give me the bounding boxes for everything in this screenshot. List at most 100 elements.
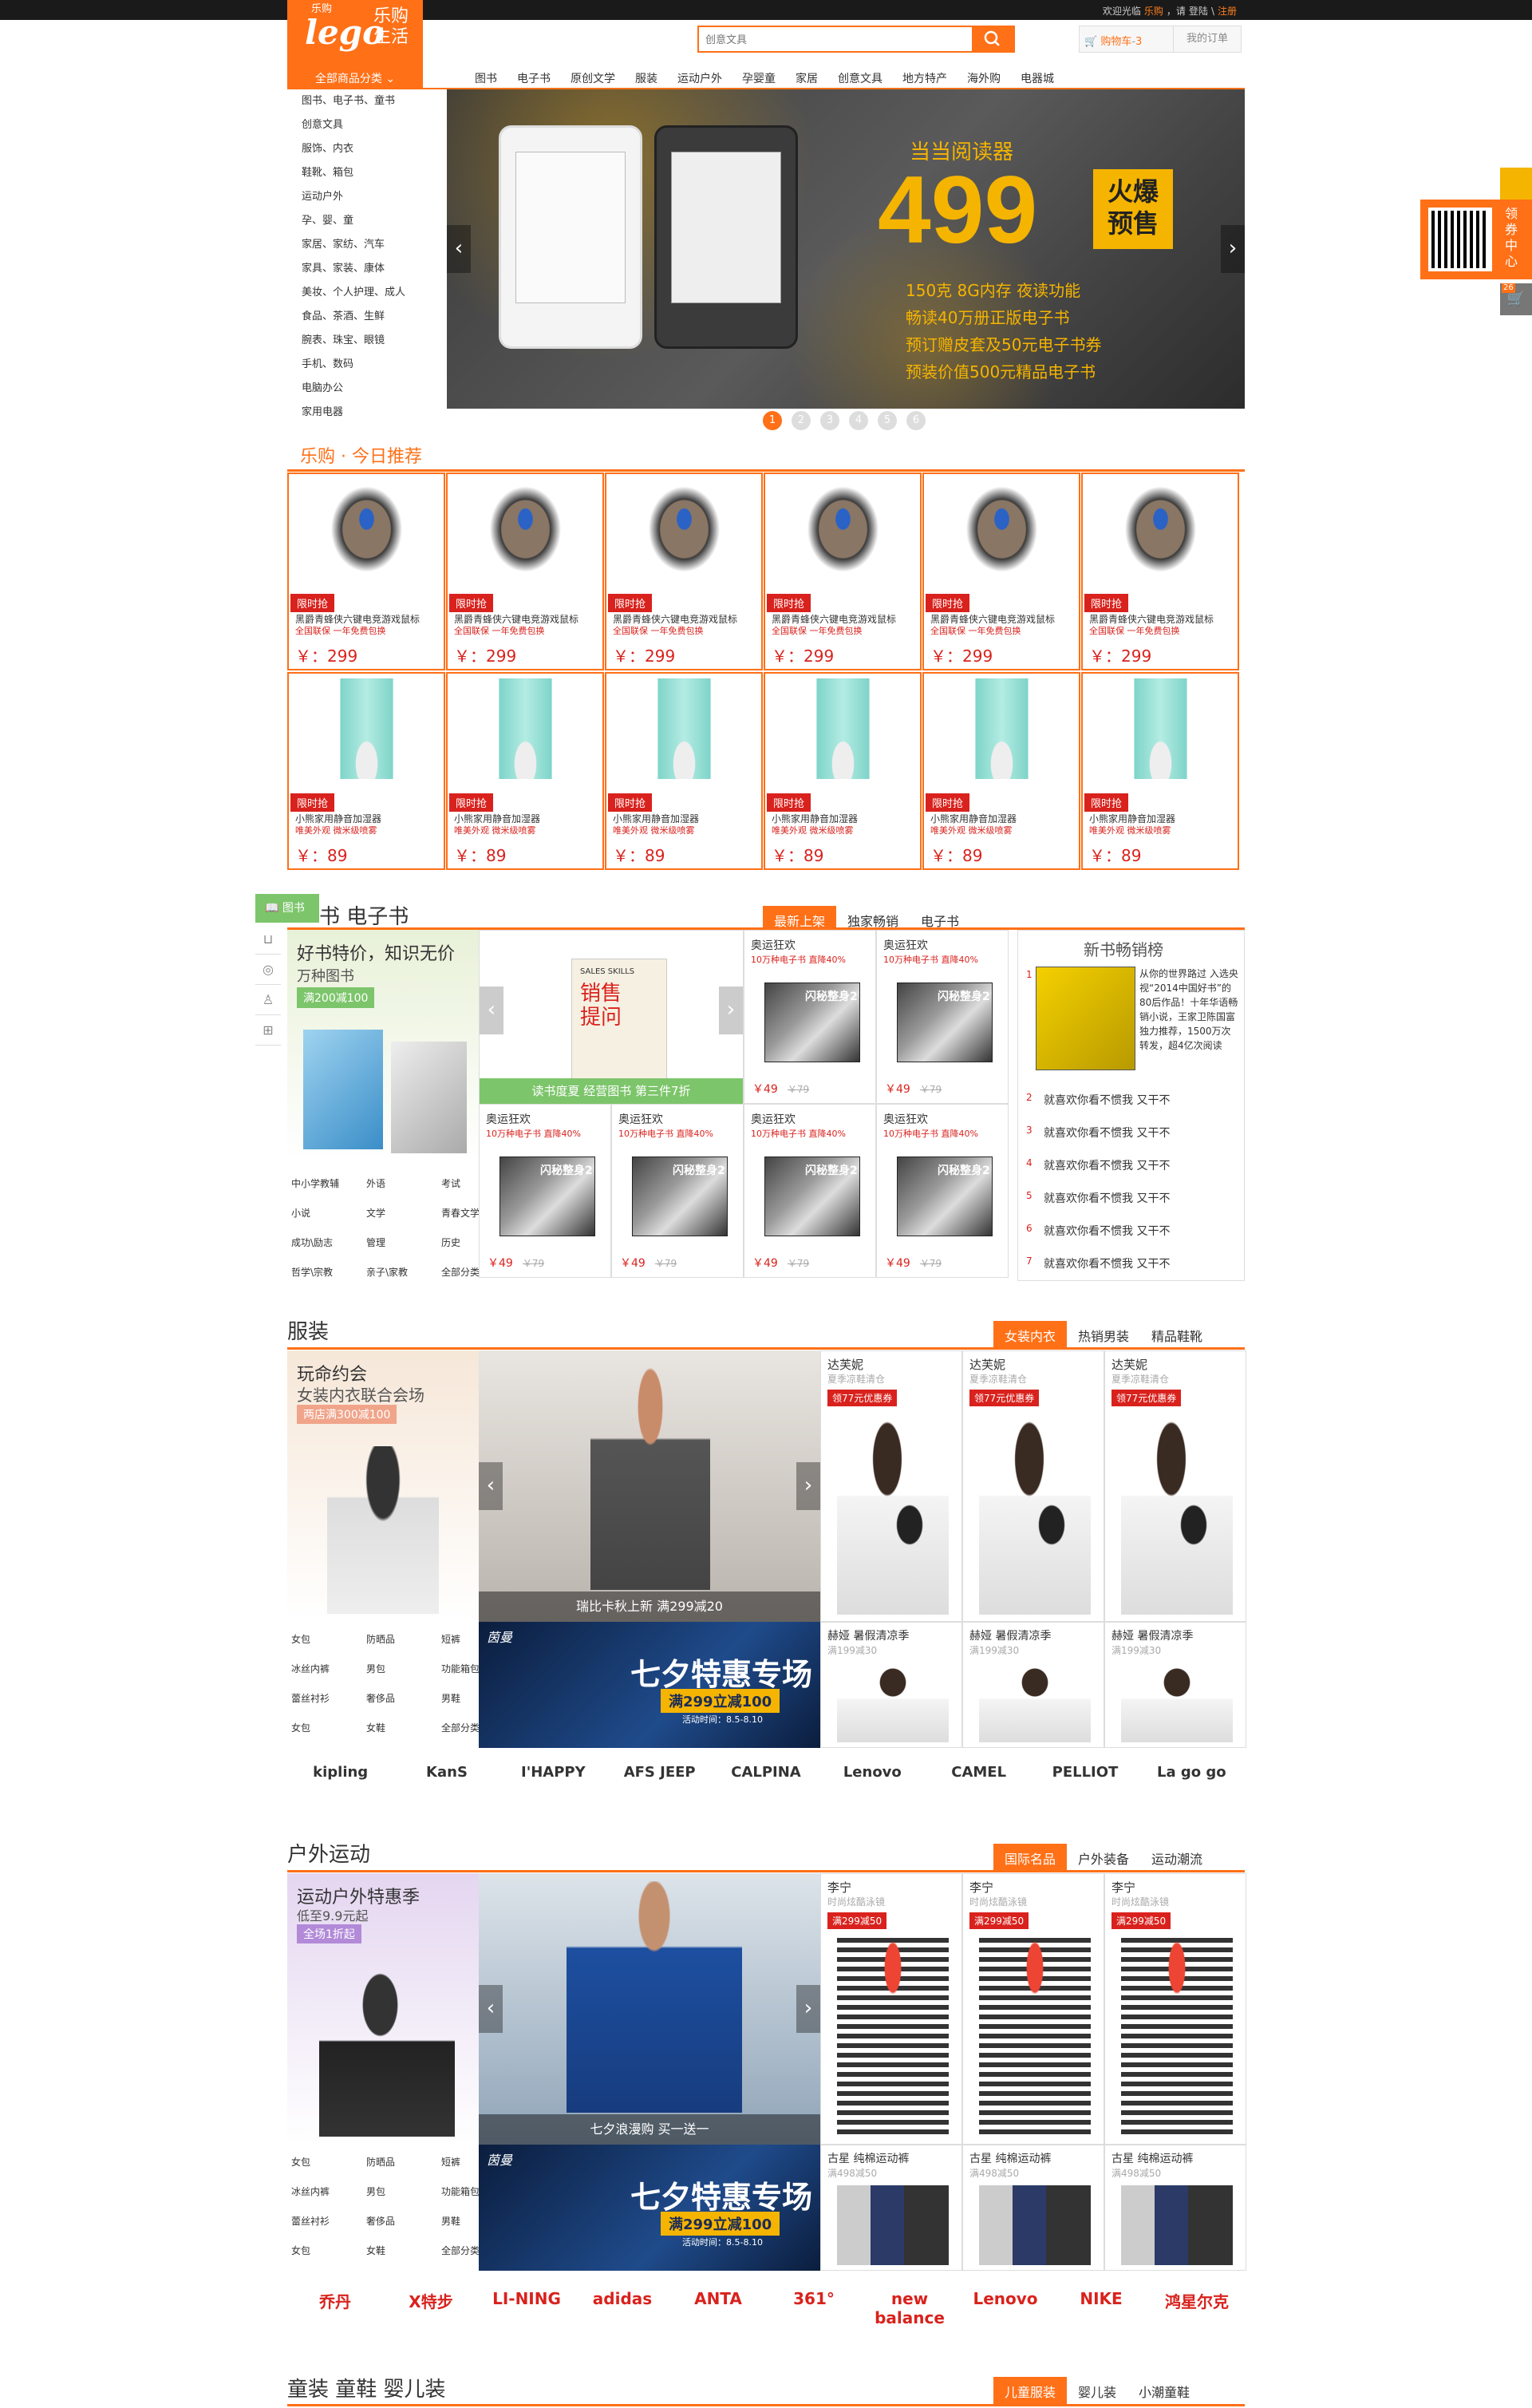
outdoor-small-card[interactable]: 古星 纯棉运动裤 满498减50	[820, 2145, 962, 2271]
subcategory-link[interactable]: 男包	[366, 1655, 441, 1684]
clothing-slider-prev[interactable]: ‹	[479, 1462, 503, 1510]
float-cart-button[interactable]: 🛒 26	[1500, 283, 1532, 315]
outdoor-sale-banner[interactable]: 茵曼 七夕特惠专场 满299立减100 活动时间：8.5-8.10	[479, 2145, 820, 2271]
rank-item[interactable]: 4 就喜欢你看不惯我 又干不	[1018, 1148, 1246, 1180]
subcategory-link[interactable]: 成功\励志	[291, 1228, 366, 1258]
brand-logo[interactable]: new balance	[862, 2289, 958, 2327]
category-item[interactable]: 电脑办公	[287, 377, 447, 401]
product-card[interactable]: 限时抢 小熊家用静音加湿器 唯美外观 微米级喷雾 ￥：89	[287, 672, 445, 870]
outdoor-slider-next[interactable]: ›	[796, 1985, 820, 2033]
tab[interactable]: 户外装备	[1067, 1844, 1140, 1872]
subcategory-link[interactable]: 奢侈品	[366, 2207, 441, 2236]
all-categories-button[interactable]: 全部商品分类 ⌄	[287, 69, 423, 89]
banner-next-arrow[interactable]: ›	[1221, 225, 1245, 273]
clothing-slider[interactable]: ‹ › 瑞比卡秋上新 满299减20	[479, 1350, 820, 1622]
outdoor-card[interactable]: 李宁 时尚炫酷泳镜 满299减50	[820, 1873, 962, 2145]
category-item[interactable]: 手机、数码	[287, 353, 447, 377]
category-item[interactable]: 服饰、内衣	[287, 137, 447, 161]
outdoor-card[interactable]: 李宁 时尚炫酷泳镜 满299减50	[962, 1873, 1104, 2145]
subcategory-link[interactable]: 女鞋	[366, 1714, 441, 1743]
brand-logo[interactable]: X特步	[383, 2289, 479, 2312]
brand-logo[interactable]: 鸿星尔克	[1149, 2289, 1245, 2312]
product-card[interactable]: 限时抢 小熊家用静音加湿器 唯美外观 微米级喷雾 ￥：89	[764, 672, 922, 870]
category-item[interactable]: 图书、电子书、童书	[287, 89, 447, 113]
category-item[interactable]: 运动户外	[287, 185, 447, 209]
subcategory-link[interactable]: 中小学教辅	[291, 1169, 366, 1199]
coupon-center-panel[interactable]: 领券中心	[1420, 200, 1532, 279]
tab[interactable]: 婴儿装	[1067, 2377, 1127, 2406]
banner-dot[interactable]: 6	[906, 411, 926, 430]
nav-item[interactable]: 电器城	[1021, 73, 1054, 85]
brand-logo[interactable]: NIKE	[1053, 2289, 1149, 2308]
subcategory-link[interactable]: 哲学\宗教	[291, 1258, 366, 1287]
subcategory-link[interactable]: 冰丝内裤	[291, 1655, 366, 1684]
product-card[interactable]: 限时抢 小熊家用静音加湿器 唯美外观 微米级喷雾 ￥：89	[1081, 672, 1239, 870]
nav-item[interactable]: 创意文具	[838, 73, 882, 85]
subcategory-link[interactable]: 管理	[366, 1228, 441, 1258]
category-item[interactable]: 家用电器	[287, 401, 447, 425]
rank-item[interactable]: 5 就喜欢你看不惯我 又干不	[1018, 1180, 1246, 1213]
subcategory-link[interactable]: 外语	[366, 1169, 441, 1199]
subcategory-link[interactable]: 防晒品	[366, 1625, 441, 1655]
category-item[interactable]: 家居、家纺、汽车	[287, 233, 447, 257]
floor-nav-active[interactable]: 📖 图书	[255, 894, 319, 923]
brand-logo[interactable]: PELLIOT	[1032, 1764, 1138, 1781]
hero-banner[interactable]: 当当阅读器 499 火爆 预售 150克 8G内存 夜读功能 畅读40万册正版电子书…	[447, 89, 1245, 409]
book-card[interactable]: 奥运狂欢 10万种电子书 直降40% 闪秘整身2 ￥49 ￥79	[611, 1104, 744, 1278]
product-card[interactable]: 限时抢 黑爵青蜂侠六键电竞游戏鼠标 全国联保 一年免费包换 ￥：299	[764, 473, 922, 670]
category-item[interactable]: 鞋靴、箱包	[287, 161, 447, 185]
banner-dot[interactable]: 5	[878, 411, 897, 430]
product-card[interactable]: 限时抢 黑爵青蜂侠六键电竞游戏鼠标 全国联保 一年免费包换 ￥：299	[287, 473, 445, 670]
register-link[interactable]: 注册	[1218, 6, 1237, 17]
nav-item[interactable]: 运动户外	[677, 73, 722, 85]
floor-nav-ball-icon[interactable]: ◎	[255, 955, 281, 985]
tab[interactable]: 国际名品	[993, 1844, 1068, 1872]
tab[interactable]: 小潮童鞋	[1127, 2377, 1201, 2406]
subcategory-link[interactable]: 女包	[291, 1714, 366, 1743]
outdoor-promo[interactable]: 运动户外特惠季 低至9.9元起 全场1折起	[287, 1873, 479, 2145]
banner-dot[interactable]: 3	[820, 411, 839, 430]
product-card[interactable]: 限时抢 小熊家用静音加湿器 唯美外观 微米级喷雾 ￥：89	[446, 672, 604, 870]
nav-item[interactable]: 家居	[796, 73, 818, 85]
book-card[interactable]: 奥运狂欢 10万种电子书 直降40% 闪秘整身2 ￥49 ￥79	[876, 1104, 1009, 1278]
subcategory-link[interactable]: 防晒品	[366, 2148, 441, 2177]
brand-logo[interactable]: I'HAPPY	[500, 1764, 606, 1781]
category-item[interactable]: 美妆、个人护理、成人	[287, 281, 447, 305]
banner-dot[interactable]: 2	[792, 411, 811, 430]
subcategory-link[interactable]: 女包	[291, 1625, 366, 1655]
outdoor-small-card[interactable]: 古星 纯棉运动裤 满498减50	[962, 2145, 1104, 2271]
product-card[interactable]: 限时抢 黑爵青蜂侠六键电竞游戏鼠标 全国联保 一年免费包换 ￥：299	[1081, 473, 1239, 670]
coupon-tag-icon[interactable]	[1500, 168, 1532, 200]
product-card[interactable]: 限时抢 黑爵青蜂侠六键电竞游戏鼠标 全国联保 一年免费包换 ￥：299	[922, 473, 1080, 670]
product-card[interactable]: 限时抢 小熊家用静音加湿器 唯美外观 微米级喷雾 ￥：89	[922, 672, 1080, 870]
subcategory-link[interactable]: 小说	[291, 1199, 366, 1228]
clothing-sale-banner[interactable]: 茵曼 七夕特惠专场 满299立减100 活动时间：8.5-8.10	[479, 1622, 820, 1748]
books-slider-next[interactable]: ›	[719, 987, 743, 1034]
book-card[interactable]: 奥运狂欢 10万种电子书 直降40% 闪秘整身2 ￥49 ￥79	[479, 1104, 611, 1278]
book-card[interactable]: 奥运狂欢 10万种电子书 直降40% 闪秘整身2 ￥49 ￥79	[744, 930, 876, 1104]
nav-item[interactable]: 原创文学	[571, 73, 615, 85]
subcategory-link[interactable]: 文学	[366, 1199, 441, 1228]
cart-button[interactable]: 🛒 购物车-3	[1079, 26, 1175, 53]
brand-logo[interactable]: 乔丹	[287, 2289, 383, 2312]
banner-dot[interactable]: 1	[763, 411, 782, 430]
tab[interactable]: 热销男装	[1067, 1321, 1140, 1350]
clothing-card[interactable]: 达芙妮 夏季凉鞋清仓 领77元优惠券	[962, 1350, 1104, 1622]
rank-item[interactable]: 7 就喜欢你看不惯我 又干不	[1018, 1246, 1246, 1279]
subcategory-link[interactable]: 女包	[291, 2236, 366, 2266]
book-card[interactable]: 奥运狂欢 10万种电子书 直降40% 闪秘整身2 ￥49 ￥79	[876, 930, 1009, 1104]
brand-logo[interactable]: adidas	[574, 2289, 670, 2308]
brand-logo[interactable]: 361°	[766, 2289, 862, 2308]
floor-nav-grid-icon[interactable]: ⊞	[255, 1015, 281, 1046]
nav-item[interactable]: 海外购	[967, 73, 1001, 85]
product-card[interactable]: 限时抢 黑爵青蜂侠六键电竞游戏鼠标 全国联保 一年免费包换 ￥：299	[605, 473, 763, 670]
login-link[interactable]: 登陆	[1189, 6, 1208, 17]
clothing-small-card[interactable]: 赫娅 暑假清凉季 满199减30	[820, 1622, 962, 1748]
search-input[interactable]	[699, 27, 970, 51]
subcategory-link[interactable]: 女鞋	[366, 2236, 441, 2266]
outdoor-card[interactable]: 李宁 时尚炫酷泳镜 满299减50	[1104, 1873, 1246, 2145]
nav-item[interactable]: 图书	[475, 73, 497, 85]
category-item[interactable]: 腕表、珠宝、眼镜	[287, 329, 447, 353]
subcategory-link[interactable]: 女包	[291, 2148, 366, 2177]
floor-nav-shirt-icon[interactable]: ♙	[255, 985, 281, 1015]
